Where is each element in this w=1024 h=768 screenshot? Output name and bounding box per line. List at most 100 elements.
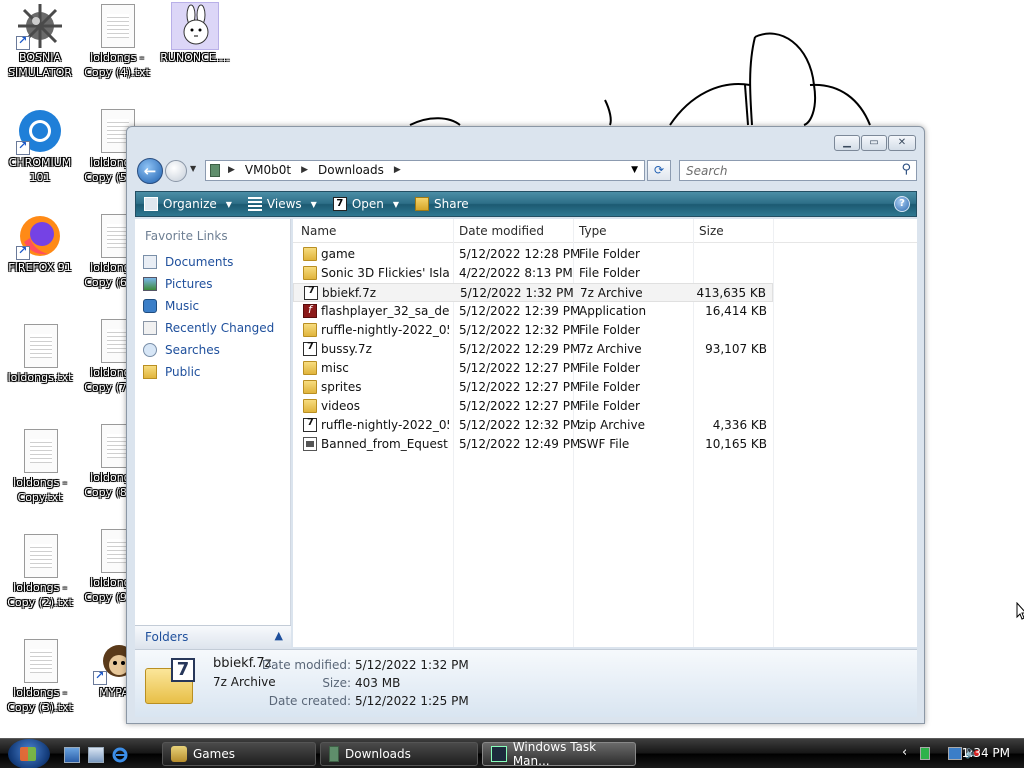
file-row[interactable]: game 5/12/2022 12:28 PM File Folder bbox=[293, 245, 773, 264]
taskbar-item-games[interactable]: Games bbox=[162, 742, 316, 766]
file-row[interactable]: Sonic 3D Flickies' Island 4/22/2022 8:13… bbox=[293, 264, 773, 283]
folder-icon bbox=[303, 323, 317, 337]
nav-link-public[interactable]: Public bbox=[143, 361, 274, 383]
selected-file-icon: 7 bbox=[145, 658, 197, 706]
nav-link-recently-changed[interactable]: Recently Changed bbox=[143, 317, 274, 339]
breadcrumb-downloads[interactable]: Downloads bbox=[318, 163, 384, 178]
file-name: misc bbox=[321, 361, 349, 375]
open-label: Open bbox=[351, 197, 384, 211]
switch-windows-icon[interactable] bbox=[88, 747, 104, 763]
address-dropdown-icon[interactable]: ▼ bbox=[631, 165, 638, 175]
favorite-links: Documents Pictures Music Recently Change… bbox=[143, 251, 274, 383]
file-type: File Folder bbox=[579, 323, 640, 337]
file-row[interactable]: bussy.7z 5/12/2022 12:29 PM 7z Archive 9… bbox=[293, 340, 773, 359]
text-file-icon bbox=[16, 427, 64, 475]
share-button[interactable]: Share bbox=[407, 192, 477, 216]
file-name: bbiekf.7z bbox=[322, 286, 376, 300]
file-date: 5/12/2022 12:49 PM bbox=[459, 437, 581, 451]
desktop-icon-label: loldongs - Copy (2).txt bbox=[7, 581, 73, 609]
desktop-icon-bosnia-simulator[interactable]: BOSNIA SIMULATOR bbox=[0, 2, 80, 80]
refresh-button[interactable]: ⟳ bbox=[647, 160, 671, 181]
search-icon[interactable]: ⚲ bbox=[901, 162, 911, 177]
text-file-icon bbox=[16, 322, 64, 370]
taskbar-item-downloads[interactable]: Downloads bbox=[320, 742, 478, 766]
views-icon bbox=[247, 197, 262, 211]
mine-icon bbox=[16, 2, 64, 50]
breadcrumb-vm0b0t[interactable]: VM0b0t bbox=[245, 163, 291, 178]
notification-area: ‹ 🔈 1:34 PM bbox=[874, 739, 1024, 768]
nav-link-documents[interactable]: Documents bbox=[143, 251, 274, 273]
chevron-left-icon[interactable]: ‹ bbox=[902, 745, 907, 760]
network-icon[interactable] bbox=[920, 747, 930, 760]
desktop-icon-loldongs-copy-4[interactable]: loldongs - Copy (4).txt bbox=[77, 2, 157, 80]
breadcrumb-arrow-icon[interactable]: ▶ bbox=[301, 163, 308, 178]
help-button[interactable]: ? bbox=[894, 196, 910, 212]
file-size: 10,165 KB bbox=[705, 437, 767, 451]
folder-icon bbox=[303, 266, 317, 280]
file-row[interactable]: misc 5/12/2022 12:27 PM File Folder bbox=[293, 359, 773, 378]
recent-pages-dropdown[interactable]: ▼ bbox=[190, 164, 196, 173]
desktop-icon-firefox[interactable]: FIREFOX 91 bbox=[0, 212, 80, 275]
start-button[interactable] bbox=[8, 739, 50, 768]
column-header-size[interactable]: Size bbox=[699, 224, 724, 238]
desktop-icon-loldongs-copy-3[interactable]: loldongs - Copy (3).txt bbox=[0, 637, 80, 715]
taskbar-item-label: Windows Task Man... bbox=[512, 740, 597, 768]
file-row-selected[interactable]: bbiekf.7z 5/12/2022 1:32 PM 7z Archive 4… bbox=[293, 283, 773, 302]
nav-link-pictures[interactable]: Pictures bbox=[143, 273, 274, 295]
desktop-icon-loldongs-copy[interactable]: loldongs - Copy.txt bbox=[0, 427, 80, 505]
desktop-icon-loldongs-copy-2[interactable]: loldongs - Copy (2).txt bbox=[0, 532, 80, 610]
internet-explorer-icon[interactable] bbox=[112, 747, 128, 763]
searches-icon bbox=[143, 343, 157, 357]
desktop-icon-runonce[interactable]: RUNONCE.... bbox=[155, 2, 235, 65]
desktop-icon-loldongs[interactable]: loldongs.txt bbox=[0, 322, 80, 385]
games-icon bbox=[171, 746, 187, 762]
nav-link-music[interactable]: Music bbox=[143, 295, 274, 317]
file-type: File Folder bbox=[579, 266, 640, 280]
file-row[interactable]: ruffle-nightly-2022_05_... 5/12/2022 12:… bbox=[293, 321, 773, 340]
column-header-name[interactable]: Name bbox=[301, 224, 336, 238]
close-button[interactable]: ✕ bbox=[888, 135, 916, 151]
breadcrumb-arrow-icon[interactable]: ▶ bbox=[228, 163, 235, 178]
forward-button[interactable] bbox=[165, 160, 187, 182]
bunny-icon bbox=[171, 2, 219, 50]
show-desktop-icon[interactable] bbox=[64, 747, 80, 763]
open-button[interactable]: 7 Open ▼ bbox=[325, 192, 407, 216]
file-name: videos bbox=[321, 399, 361, 413]
file-row[interactable]: flashplayer_32_sa_deb... 5/12/2022 12:39… bbox=[293, 302, 773, 321]
file-row[interactable]: Banned_from_Equestri... 5/12/2022 12:49 … bbox=[293, 435, 773, 454]
explorer-window: ▁ ▭ ✕ ← ▼ ▶ VM0b0t ▶ Downloads ▶ ▼ ⟳ Sea… bbox=[126, 126, 925, 724]
desktop-icon-label: BOSNIA SIMULATOR bbox=[8, 51, 72, 79]
file-row[interactable]: videos 5/12/2022 12:27 PM File Folder bbox=[293, 397, 773, 416]
display-icon[interactable] bbox=[948, 747, 962, 760]
nav-link-searches[interactable]: Searches bbox=[143, 339, 274, 361]
desktop-icon-label: RUNONCE.... bbox=[160, 51, 230, 64]
file-type: File Folder bbox=[579, 399, 640, 413]
address-bar[interactable]: ▶ VM0b0t ▶ Downloads ▶ ▼ bbox=[205, 160, 645, 181]
file-date: 5/12/2022 12:27 PM bbox=[459, 361, 581, 375]
file-row[interactable]: ruffle-nightly-2022_05_... 5/12/2022 12:… bbox=[293, 416, 773, 435]
file-date: 5/12/2022 12:27 PM bbox=[459, 399, 581, 413]
column-header-type[interactable]: Type bbox=[579, 224, 607, 238]
views-button[interactable]: Views ▼ bbox=[240, 192, 325, 216]
swf-file-icon bbox=[303, 437, 317, 451]
task-manager-icon bbox=[491, 746, 507, 762]
desktop-icon-chromium[interactable]: CHROMIUM 101 bbox=[0, 107, 80, 185]
taskbar-item-task-manager[interactable]: Windows Task Man... bbox=[482, 740, 636, 768]
minimize-button[interactable]: ▁ bbox=[834, 135, 860, 151]
desktop-icon-label: loldongs - Copy (3).txt bbox=[7, 686, 73, 714]
breadcrumb-arrow-icon[interactable]: ▶ bbox=[394, 163, 401, 178]
folders-toggle[interactable]: Folders ▲ bbox=[135, 625, 291, 649]
search-input[interactable]: Search ⚲ bbox=[679, 160, 917, 181]
shortcut-arrow-icon bbox=[93, 669, 107, 685]
file-row[interactable]: sprites 5/12/2022 12:27 PM File Folder bbox=[293, 378, 773, 397]
file-name: Banned_from_Equestri... bbox=[321, 437, 449, 451]
details-pane: 7 bbiekf.7z 7z Archive Date modified: 5/… bbox=[135, 649, 917, 717]
maximize-button[interactable]: ▭ bbox=[861, 135, 887, 151]
column-divider[interactable] bbox=[773, 219, 774, 647]
back-button[interactable]: ← bbox=[137, 158, 163, 184]
file-name: game bbox=[321, 247, 356, 261]
shortcut-arrow-icon bbox=[16, 139, 30, 155]
organize-button[interactable]: Organize ▼ bbox=[136, 192, 240, 216]
column-header-date[interactable]: Date modified bbox=[459, 224, 544, 238]
clock[interactable]: 1:34 PM bbox=[962, 746, 1010, 760]
